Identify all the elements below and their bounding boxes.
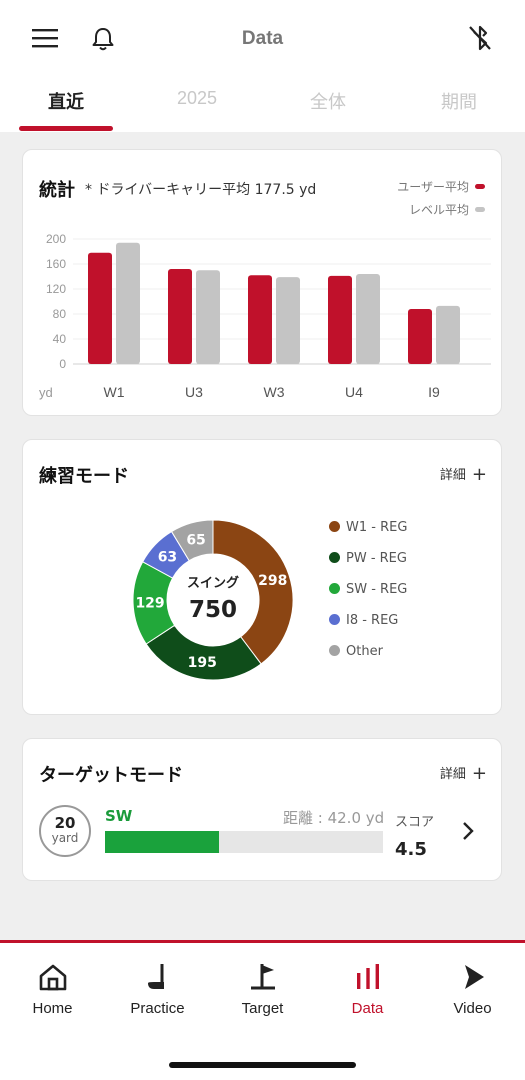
legend-label: W1 - REG <box>346 520 408 535</box>
donut-value-label: 298 <box>258 573 287 589</box>
x-axis-unit-label: yd <box>39 385 53 400</box>
tab-2025[interactable]: 2025 <box>132 88 262 109</box>
y-tick-label: 200 <box>46 232 66 246</box>
y-tick-label: 80 <box>53 307 67 321</box>
x-tick-label: W3 <box>264 384 285 400</box>
legend-dot <box>329 614 340 625</box>
nav-target-label: Target <box>241 1000 284 1017</box>
x-tick-label: I9 <box>428 384 440 400</box>
level-average-bar <box>436 305 460 364</box>
nav-data[interactable]: Data <box>315 961 420 1017</box>
x-tick-label: U3 <box>185 384 203 400</box>
donut-value-label: 195 <box>188 655 217 671</box>
app-header: Data <box>0 0 525 72</box>
donut-segment <box>212 519 294 665</box>
tab-recent[interactable]: 直近 <box>1 88 131 114</box>
y-tick-label: 40 <box>53 332 67 346</box>
chevron-right-icon[interactable] <box>461 821 475 841</box>
score-label: スコア <box>395 815 435 830</box>
yard-value: 20 <box>54 814 76 832</box>
user-average-bar <box>328 275 352 364</box>
practice-title: 練習モード <box>39 466 129 487</box>
user-average-bar <box>88 252 112 364</box>
x-tick-label: W1 <box>104 384 125 400</box>
nav-home[interactable]: Home <box>0 961 105 1017</box>
donut-legend-item: SW - REG <box>329 582 407 597</box>
user-average-bar <box>168 269 192 364</box>
donut-legend-item: Other <box>329 644 383 659</box>
y-tick-label: 0 <box>59 357 66 371</box>
legend-dot <box>329 521 340 532</box>
period-tabs: 直近 2025 全体 期間 <box>0 72 525 132</box>
level-average-bar <box>356 274 380 364</box>
legend-label: I8 - REG <box>346 613 399 628</box>
nav-home-label: Home <box>32 1000 73 1017</box>
nav-video-label: Video <box>453 1000 492 1017</box>
bar-chart-icon <box>356 964 379 989</box>
target-progress-track <box>105 831 383 853</box>
legend-label: SW - REG <box>346 582 408 597</box>
plus-icon: + <box>471 464 487 485</box>
nav-practice[interactable]: Practice <box>105 961 210 1017</box>
tab-period[interactable]: 期間 <box>394 88 524 114</box>
bluetooth-off-icon[interactable] <box>467 24 493 52</box>
nav-data-label: Data <box>351 1000 384 1017</box>
score-value: 4.5 <box>395 839 427 860</box>
golf-club-icon <box>147 964 164 989</box>
donut-center-value: 750 <box>189 597 237 623</box>
nav-practice-label: Practice <box>130 1000 185 1017</box>
page-title: Data <box>241 28 284 49</box>
x-tick-label: U4 <box>345 384 363 400</box>
bar-chart: 0 40 80 120 160 200 W1 U3 W3 U4 I9 yd <box>39 232 491 400</box>
donut-value-label: 129 <box>135 596 164 612</box>
donut-legend-item: W1 - REG <box>329 520 407 535</box>
practice-detail-label: 詳細 <box>439 468 466 483</box>
target-detail-label: 詳細 <box>439 767 466 782</box>
y-tick-label: 120 <box>46 282 66 296</box>
donut-value-label: 63 <box>158 549 177 565</box>
swing-donut-chart: 298 195 129 63 65 スイング 750 <box>132 519 294 681</box>
target-yard-badge: 20 yard <box>39 805 91 857</box>
donut-legend-item: PW - REG <box>329 551 407 566</box>
level-average-bar <box>276 277 300 364</box>
y-tick-label: 160 <box>46 257 66 271</box>
stats-card: 統計 * ドライバーキャリー平均 177.5 yd ユーザー平均 レベル平均 0… <box>22 149 502 416</box>
nav-target[interactable]: Target <box>210 961 315 1017</box>
yard-unit: yard <box>51 831 79 845</box>
golf-flag-icon <box>250 964 275 990</box>
legend-label: Other <box>346 644 383 659</box>
target-detail-button[interactable]: 詳細 + <box>440 763 487 784</box>
nav-video[interactable]: Video <box>420 961 525 1017</box>
active-tab-indicator <box>19 126 113 131</box>
target-club: SW <box>105 807 133 825</box>
target-distance: 距離 : 42.0 yd <box>283 809 385 827</box>
user-average-bar <box>248 275 272 364</box>
target-progress-fill <box>105 831 219 853</box>
home-icon <box>39 964 66 991</box>
legend-dot <box>329 552 340 563</box>
target-title: ターゲットモード <box>39 765 183 786</box>
donut-value-label: 65 <box>186 532 205 548</box>
plus-icon: + <box>471 763 487 784</box>
level-average-bar <box>116 242 140 364</box>
tab-all[interactable]: 全体 <box>263 88 393 114</box>
practice-detail-button[interactable]: 詳細 + <box>440 464 487 485</box>
donut-legend-item: I8 - REG <box>329 613 398 628</box>
donut-center-label: スイング <box>187 575 239 591</box>
practice-mode-card: 練習モード 詳細 + 298 195 129 63 65 スイング 750 W1 - RE… <box>22 439 502 715</box>
legend-dot <box>329 645 340 656</box>
bottom-navigation: Home Practice Target Data Video <box>0 943 525 1080</box>
legend-label: PW - REG <box>346 551 407 566</box>
play-icon <box>464 965 484 989</box>
legend-dot <box>329 583 340 594</box>
target-mode-card[interactable]: ターゲットモード 詳細 + 20 yard SW 距離 : 42.0 yd スコア… <box>22 738 502 881</box>
user-average-bar <box>408 309 432 364</box>
level-average-bar <box>196 270 220 364</box>
home-indicator <box>169 1062 356 1068</box>
